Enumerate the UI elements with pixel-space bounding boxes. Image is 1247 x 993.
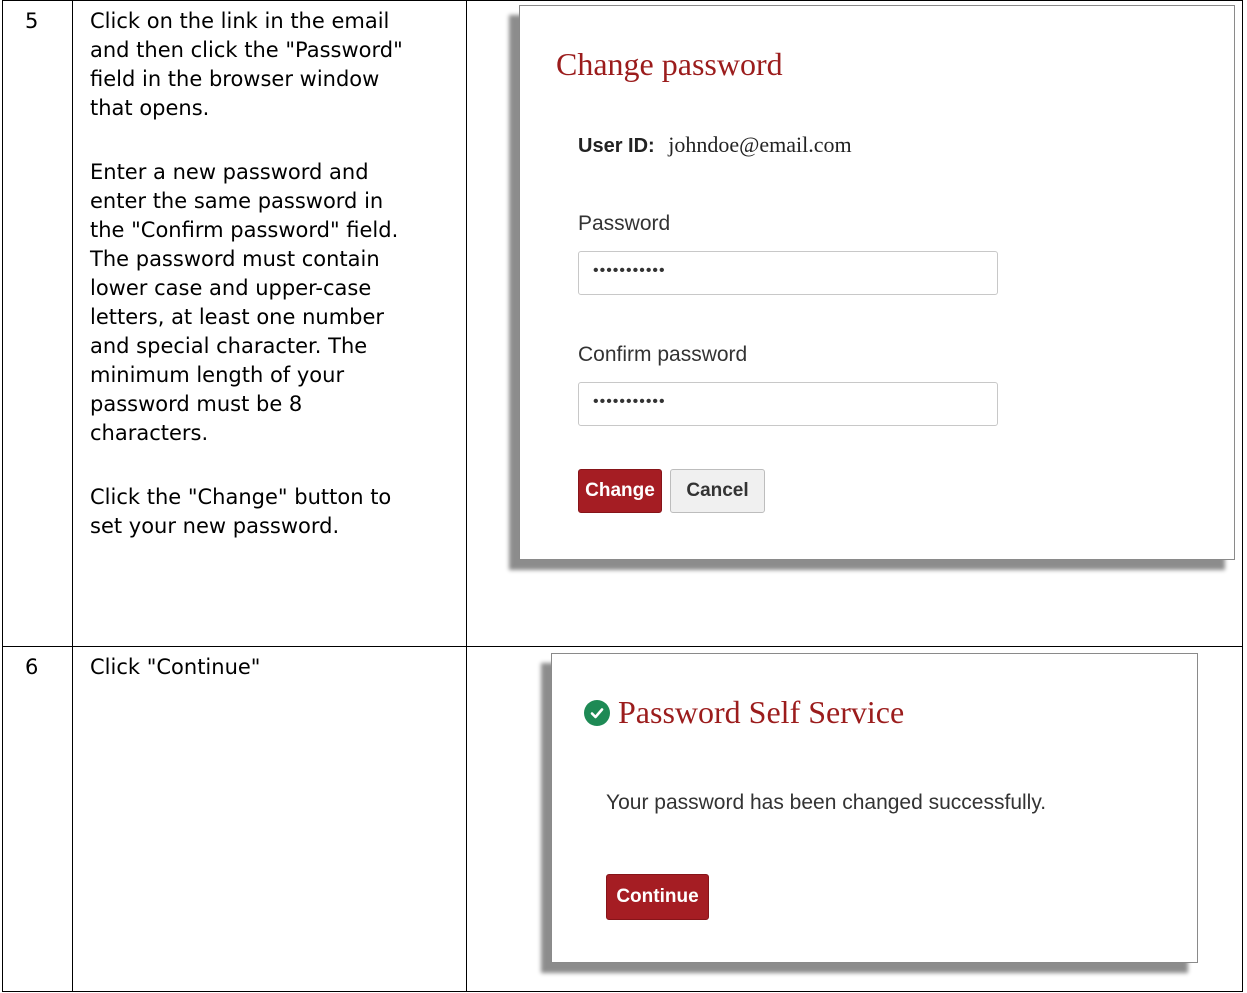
- instruction-paragraph-2: Enter a new password and enter the same …: [90, 158, 456, 448]
- instruction-paragraph-3: Click the "Change" button to set your ne…: [90, 483, 456, 541]
- instruction-line: that opens.: [90, 96, 210, 120]
- instruction-line: minimum length of your: [90, 363, 345, 387]
- instruction-line: Click on the link in the email: [90, 9, 390, 33]
- step-number: 5: [25, 9, 39, 33]
- instruction-table: 5 Click on the link in the email and the…: [2, 0, 1243, 992]
- instruction-line: and special character. The: [90, 334, 368, 358]
- user-id-label: User ID:: [578, 135, 655, 157]
- success-screenshot: Password Self Service Your password has …: [551, 653, 1198, 963]
- change-password-title: Change password: [556, 46, 783, 82]
- confirm-password-field[interactable]: •••••••••••: [578, 382, 998, 426]
- change-button[interactable]: Change: [578, 469, 662, 513]
- instruction-line: password must be 8: [90, 392, 303, 416]
- confirm-password-label: Confirm password: [578, 343, 748, 366]
- user-id-value: johndoe@email.com: [668, 132, 852, 157]
- instruction-line: The password must contain: [90, 247, 380, 271]
- step-screenshot-cell: Change password User ID: johndoe@email.c…: [466, 0, 1243, 647]
- cancel-button[interactable]: Cancel: [670, 469, 765, 513]
- continue-button[interactable]: Continue: [606, 874, 709, 920]
- step-screenshot-cell: Password Self Service Your password has …: [466, 646, 1243, 992]
- password-label: Password: [578, 212, 671, 235]
- instruction-line: characters.: [90, 421, 209, 445]
- instruction-paragraph-1: Click on the link in the email and then …: [90, 7, 456, 123]
- instruction-line: and then click the "Password": [90, 38, 403, 62]
- instruction-paragraph-1: Click "Continue": [90, 653, 456, 682]
- instruction-line: set your new password.: [90, 514, 340, 538]
- check-circle-icon: [584, 699, 610, 726]
- instruction-line: enter the same password in: [90, 189, 384, 213]
- instruction-line: Click the "Change" button to: [90, 485, 392, 509]
- instruction-line: lower case and upper-case: [90, 276, 372, 300]
- step-number-cell: 6: [2, 646, 73, 992]
- password-field[interactable]: •••••••••••: [578, 251, 998, 295]
- success-title: Password Self Service: [618, 694, 905, 730]
- step-instructions-cell: Click on the link in the email and then …: [72, 0, 467, 647]
- step-number-cell: 5: [2, 0, 73, 647]
- success-title-row: Password Self Service: [584, 694, 904, 731]
- instruction-line: the "Confirm password" field.: [90, 218, 399, 242]
- step-instructions-cell: Click "Continue": [72, 646, 467, 992]
- step-row-6: 6 Click "Continue" Password Self Service…: [2, 646, 1243, 992]
- step-number: 6: [25, 655, 39, 679]
- instruction-line: field in the browser window: [90, 67, 380, 91]
- step-row-5: 5 Click on the link in the email and the…: [2, 0, 1243, 647]
- success-message: Your password has been changed successfu…: [606, 791, 1047, 814]
- instruction-line: Click "Continue": [90, 655, 261, 679]
- instruction-line: letters, at least one number: [90, 305, 385, 329]
- instruction-line: Enter a new password and: [90, 160, 369, 184]
- change-password-screenshot: Change password User ID: johndoe@email.c…: [519, 5, 1235, 560]
- user-id-row: User ID: johndoe@email.com: [578, 132, 852, 158]
